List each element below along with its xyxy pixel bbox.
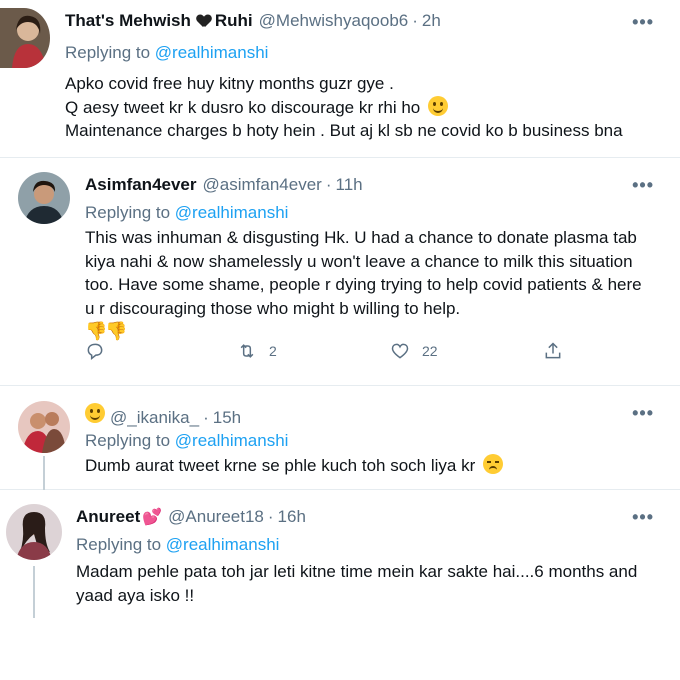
replying-to: Replying to @realhimanshi	[76, 535, 280, 554]
separator-dot: ·	[412, 11, 418, 30]
separator-dot: ·	[325, 175, 332, 194]
avatar[interactable]	[18, 172, 70, 224]
tweet-text: Madam pehle pata toh jar leti kitne time…	[76, 560, 637, 607]
tweet-3[interactable]: @_ikanika_ · 15h ••• Replying to @realhi…	[0, 386, 680, 490]
separator-dot: ·	[267, 507, 274, 526]
thread-line	[33, 566, 35, 618]
separator-dot: ·	[203, 408, 209, 427]
tweet-2[interactable]: Asimfan4ever @asimfan4ever · 11h ••• Rep…	[0, 158, 680, 386]
like-button[interactable]: 22	[390, 341, 438, 361]
tweet-text: Apko covid free huy kitny months guzr gy…	[65, 72, 623, 143]
replying-to: Replying to @realhimanshi	[85, 431, 289, 450]
mention-link[interactable]: @realhimanshi	[166, 535, 280, 554]
retweet-count: 2	[269, 343, 277, 359]
like-count: 22	[422, 343, 438, 359]
reply-button[interactable]	[85, 341, 105, 361]
thread-line	[43, 456, 45, 490]
more-options-icon[interactable]: •••	[632, 12, 654, 33]
tweet-line: Dumb aurat tweet krne se phle kuch toh s…	[85, 454, 503, 478]
username[interactable]: @Mehwishyaqoob6	[259, 11, 409, 31]
more-options-icon[interactable]: •••	[632, 507, 654, 528]
share-icon	[545, 342, 561, 359]
username[interactable]: @_ikanika_	[110, 408, 199, 428]
tweet-line: Apko covid free huy kitny months guzr gy…	[65, 74, 394, 93]
tweet-text: Dumb aurat tweet krne se phle kuch toh s…	[85, 454, 503, 478]
mention-link[interactable]: @realhimanshi	[175, 431, 289, 450]
disappointed-emoji-icon	[482, 454, 503, 474]
heart-icon	[391, 343, 409, 359]
avatar-image	[6, 504, 62, 560]
tweet-line: u r discouraging those who might b willi…	[85, 298, 461, 318]
avatar-image	[0, 8, 50, 68]
smile-emoji-icon	[428, 95, 448, 116]
timestamp[interactable]: 15h	[213, 408, 241, 428]
smile-emoji-icon	[85, 403, 105, 423]
black-heart-icon	[197, 15, 211, 27]
reply-icon	[87, 343, 103, 361]
tweet-line: Madam pehle pata toh jar leti kitne time…	[76, 562, 638, 581]
share-button[interactable]	[543, 341, 563, 361]
retweet-button[interactable]: 2	[237, 341, 277, 361]
avatar[interactable]	[6, 504, 62, 560]
tweet-line: Maintenance charges b hoty hein . But aj…	[65, 121, 623, 140]
username[interactable]: @Anureet18	[168, 507, 264, 527]
mention-link[interactable]: @realhimanshi	[175, 203, 289, 222]
tweet-text: This was inhuman & disgusting Hk. U had …	[85, 226, 642, 344]
timestamp[interactable]: 2h	[422, 11, 441, 31]
tweet-line: This was inhuman & disgusting Hk. U had …	[85, 228, 637, 247]
tweet-line: too. Have some shame, people r dying try…	[85, 275, 642, 294]
more-options-icon[interactable]: •••	[632, 403, 654, 424]
tweet-line: yaad aya isko !!	[76, 585, 195, 605]
two-hearts-icon: 💕	[142, 509, 163, 526]
tweet-1[interactable]: That's Mehwish Ruhi @Mehwishyaqoob6 · 2h …	[0, 0, 680, 158]
timestamp[interactable]: 11h	[336, 175, 363, 195]
more-options-icon[interactable]: •••	[632, 175, 654, 196]
avatar-image	[18, 401, 70, 453]
mention-link[interactable]: @realhimanshi	[155, 43, 269, 62]
username[interactable]: @asimfan4ever	[203, 175, 322, 195]
replying-to: Replying to @realhimanshi	[65, 43, 269, 62]
retweet-icon	[240, 344, 254, 358]
tweet-4[interactable]: Anureet 💕 @Anureet18 · 16h ••• Replying t…	[0, 490, 680, 680]
display-name[interactable]: Asimfan4ever	[85, 175, 197, 195]
replying-to: Replying to @realhimanshi	[85, 203, 289, 222]
timestamp[interactable]: 16h	[278, 507, 306, 527]
thumbs-down-emoji: 👎👎	[85, 321, 128, 341]
avatar[interactable]	[18, 401, 70, 453]
avatar[interactable]	[0, 8, 50, 68]
tweet-line: kiya nahi & now shamelessly u won't leav…	[85, 251, 633, 271]
display-name[interactable]: That's Mehwish Ruhi	[65, 11, 253, 31]
avatar-image	[18, 172, 70, 224]
tweet-line: Q aesy tweet kr k dusro ko discourage kr…	[65, 95, 623, 120]
display-name[interactable]: Anureet 💕	[76, 507, 162, 527]
